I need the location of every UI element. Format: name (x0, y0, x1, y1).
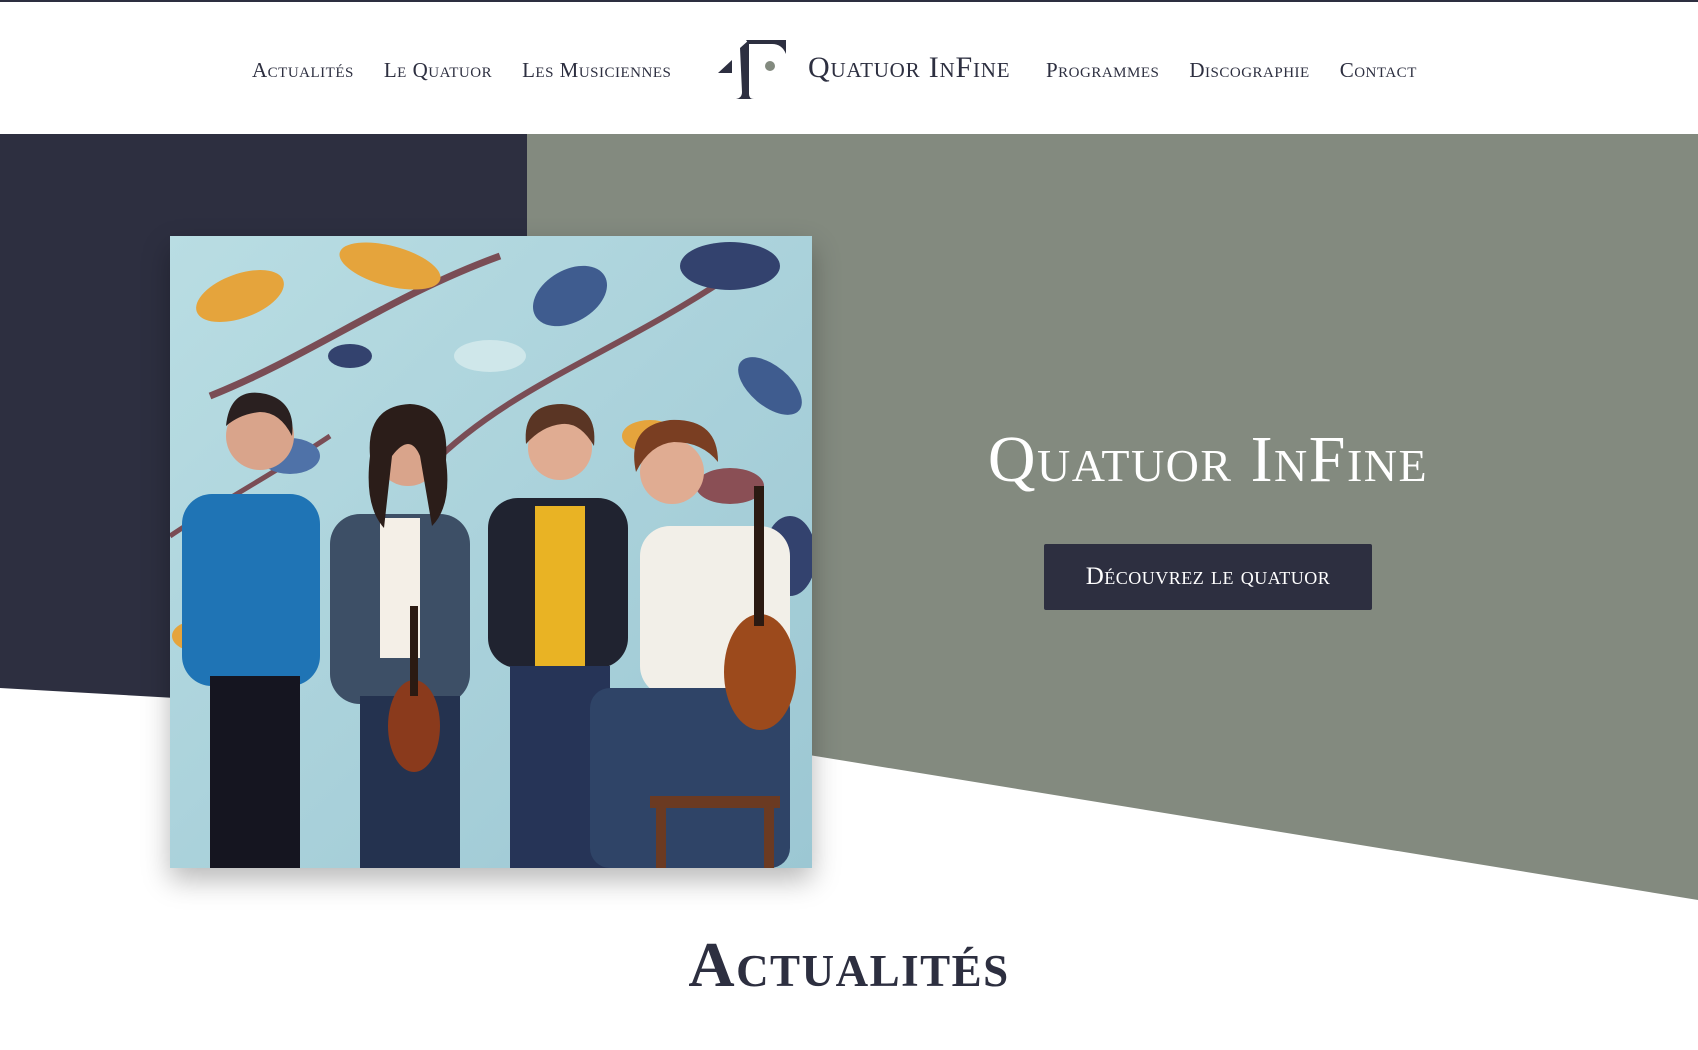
infine-monogram-icon (718, 40, 786, 99)
main-nav-left: Actualités Le Quatuor Les Musiciennes (252, 58, 671, 83)
nav-link-discographie[interactable]: Discographie (1189, 58, 1309, 83)
nav-link-les-musiciennes[interactable]: Les Musiciennes (522, 58, 671, 83)
site-logo[interactable]: Quatuor InFine (718, 36, 1010, 100)
nav-link-contact[interactable]: Contact (1340, 58, 1417, 83)
news-section-title: Actualités (688, 929, 1010, 1000)
logo-text: Quatuor InFine (808, 51, 1011, 84)
discover-quartet-button[interactable]: Découvrez le quatuor (1044, 544, 1372, 610)
nav-link-programmes[interactable]: Programmes (1046, 58, 1159, 83)
site-header: Actualités Le Quatuor Les Musiciennes Qu… (0, 2, 1698, 134)
nav-link-le-quatuor[interactable]: Le Quatuor (384, 58, 492, 83)
hero-title: Quatuor InFine (987, 423, 1429, 496)
quartet-photo (170, 236, 812, 868)
four-musicians-photo-illustration (170, 236, 812, 868)
nav-link-actualites[interactable]: Actualités (252, 58, 354, 83)
hero-section: Quatuor InFine Découvrez le quatuor (0, 134, 1698, 908)
main-nav-right: Programmes Discographie Contact (1046, 58, 1417, 83)
